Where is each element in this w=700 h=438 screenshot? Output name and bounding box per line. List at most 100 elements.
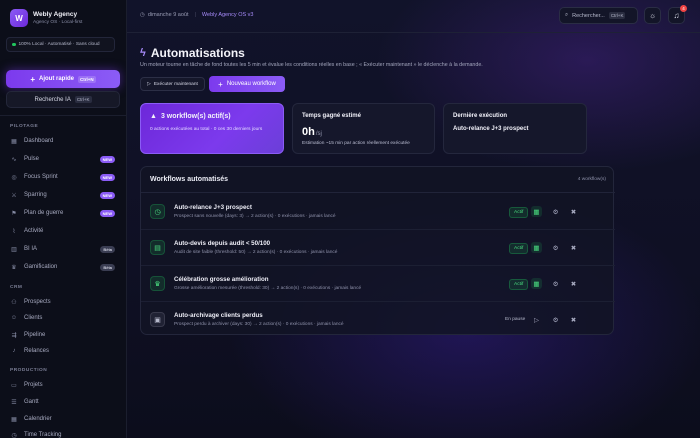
sidebar-item-label: Pulse xyxy=(24,156,40,162)
folder-icon: ▭ xyxy=(11,382,17,389)
sidebar-item-label: Relances xyxy=(24,348,50,354)
toggle-grid-icon[interactable]: ▦ xyxy=(531,242,542,253)
bell-icon: ♫ xyxy=(673,11,680,20)
section-title-pilotage: PILOTAGE xyxy=(10,124,39,129)
sidebar-item-time-tracking[interactable]: ◷ Time Tracking xyxy=(6,428,120,438)
gantt-icon: ☰ xyxy=(11,399,17,406)
sidebar-item-focus-sprint[interactable]: ◎ Focus Sprint NEW xyxy=(6,170,120,184)
active-workflows-title: ▲ 3 workflow(s) actif(s) xyxy=(150,113,231,120)
sidebar-item-label: BI IA xyxy=(24,246,38,252)
sidebar-item-pulse[interactable]: ∿ Pulse NEW xyxy=(6,152,120,166)
sidebar-item-projets[interactable]: ▭ Projets xyxy=(6,378,120,392)
gear-icon[interactable]: ⚙ xyxy=(550,278,561,289)
map-icon: ⚑ xyxy=(11,210,17,217)
workflows-panel-title: Workflows automatisés xyxy=(150,176,229,183)
search-button[interactable]: ⌕ Rechercher... Ctrl+K xyxy=(559,7,638,24)
time-saved-number: 0h xyxy=(302,126,315,138)
plus-icon: + xyxy=(218,79,223,89)
bolt-icon: ϟ xyxy=(140,47,146,59)
user-icon: ☺ xyxy=(10,315,18,321)
toggle-grid-icon[interactable]: ▦ xyxy=(531,206,542,217)
sidebar-item-bi-ia[interactable]: ▥ BI IA Bêta xyxy=(6,242,120,256)
play-icon: ▷ xyxy=(147,81,151,87)
sidebar-item-plan-de-guerre[interactable]: ⚑ Plan de guerre NEW xyxy=(6,206,120,220)
rocket-icon: ▲ xyxy=(150,113,157,120)
trophy-icon: ♛ xyxy=(150,276,165,291)
play-icon[interactable]: ▷ xyxy=(531,314,542,325)
workflow-description: Prospect perdu à archiver (days: 30) → 2… xyxy=(174,322,344,327)
trash-icon[interactable]: ✖ xyxy=(568,314,579,325)
trash-icon[interactable]: ✖ xyxy=(568,206,579,217)
sidebar-item-label: Projets xyxy=(24,382,43,388)
workflow-row[interactable]: ◷ Auto-relance J+3 prospect Prospect san… xyxy=(141,194,615,230)
quick-add-shortcut: Ctrl+N xyxy=(78,75,96,83)
theme-toggle-button[interactable]: ☼ xyxy=(644,7,661,24)
workflow-row[interactable]: ▣ Auto-archivage clients perdus Prospect… xyxy=(141,302,615,338)
sidebar-item-gamification[interactable]: ♛ Gamification Bêta xyxy=(6,260,120,274)
sidebar-item-label: Clients xyxy=(24,315,43,321)
target-icon: ◎ xyxy=(11,174,17,181)
page-title-text: Automatisations xyxy=(150,46,245,60)
sidebar-item-dashboard[interactable]: ▦ Dashboard xyxy=(6,134,120,148)
gear-icon[interactable]: ⚙ xyxy=(550,242,561,253)
sidebar-item-prospects[interactable]: ⚇ Prospects xyxy=(6,295,120,309)
workflow-description: Prospect sans nouvelle (days: 3) → 2 act… xyxy=(174,214,336,219)
trash-icon[interactable]: ✖ xyxy=(568,278,579,289)
sidebar-item-pipeline[interactable]: ⇶ Pipeline xyxy=(6,328,120,342)
brand-name: Webly Agency xyxy=(33,11,78,18)
time-saved-unit: /sj xyxy=(315,131,322,137)
sidebar-item-label: Activité xyxy=(24,228,44,234)
sidebar-item-gantt[interactable]: ☰ Gantt xyxy=(6,395,120,409)
trophy-icon: ♛ xyxy=(11,264,17,271)
ai-search-label: Recherche IA xyxy=(34,96,71,103)
gear-icon[interactable]: ⚙ xyxy=(550,206,561,217)
sidebar-item-sparring[interactable]: ⚔ Sparring NEW xyxy=(6,188,120,202)
last-run-value: Auto-relance J+3 prospect xyxy=(453,126,529,132)
quick-add-button[interactable]: + Ajout rapide Ctrl+N xyxy=(6,70,120,88)
new-workflow-button[interactable]: + Nouveau workflow xyxy=(209,76,285,92)
workflow-description: Grosse amélioration mesurée (threshold: … xyxy=(174,286,362,291)
workflow-row[interactable]: ♛ Célébration grosse amélioration Grosse… xyxy=(141,266,615,302)
sidebar-item-relances[interactable]: ♪ Relances xyxy=(6,344,120,358)
activity-icon: ⌇ xyxy=(12,228,16,235)
sidebar-item-label: Prospects xyxy=(24,299,51,305)
active-workflows-label: 3 workflow(s) actif(s) xyxy=(160,113,231,120)
app-version-crumb[interactable]: Webly Agency OS v3 xyxy=(202,12,254,18)
section-title-crm: CRM xyxy=(10,285,23,290)
sidebar-item-clients[interactable]: ☺ Clients xyxy=(6,311,120,325)
trash-icon[interactable]: ✖ xyxy=(568,242,579,253)
users-icon: ⚇ xyxy=(11,299,17,306)
date-display: ◷ dimanche 9 août | Webly Agency OS v3 xyxy=(140,12,253,18)
sidebar-item-label: Pipeline xyxy=(24,332,46,338)
local-status-label: 100% Local · Automatisé · Sans cloud xyxy=(18,42,100,47)
archive-icon: ▣ xyxy=(150,312,165,327)
toggle-grid-icon[interactable]: ▦ xyxy=(531,278,542,289)
last-run-card: Dernière exécution Auto-relance J+3 pros… xyxy=(443,103,587,154)
sidebar: W Webly Agency Agency OS · Local-first 1… xyxy=(0,0,127,438)
workflow-row[interactable]: ▤ Auto-devis depuis audit < 50/100 Audit… xyxy=(141,230,615,266)
brand[interactable]: W Webly Agency Agency OS · Local-first xyxy=(10,9,82,27)
search-label: Rechercher... xyxy=(572,12,605,19)
ai-search-button[interactable]: Recherche IA Ctrl+K xyxy=(6,91,120,108)
beta-badge: Bêta xyxy=(100,263,115,271)
time-saved-card: Temps gagné estimé 0h/sj Estimation ~15 … xyxy=(292,103,435,154)
active-workflows-stats: 0 actions exécutées au total · 0 ces 30 … xyxy=(150,127,263,132)
new-badge: NEW xyxy=(99,173,115,181)
workflows-panel-header: Workflows automatisés 4 workflow(s) xyxy=(141,167,615,193)
run-now-button[interactable]: ▷ Exécuter maintenant xyxy=(140,77,205,91)
sidebar-item-calendrier[interactable]: ▦ Calendrier xyxy=(6,412,120,426)
sidebar-item-activite[interactable]: ⌇ Activité xyxy=(6,224,120,238)
beta-badge: Bêta xyxy=(100,245,115,253)
search-icon: ⌕ xyxy=(565,12,569,18)
time-saved-value: 0h/sj xyxy=(302,126,322,138)
swords-icon: ⚔ xyxy=(11,192,17,199)
gear-icon[interactable]: ⚙ xyxy=(550,314,561,325)
notifications-button[interactable]: ♫ 4 xyxy=(668,5,687,24)
status-badge: En pause xyxy=(505,317,526,322)
run-now-label: Exécuter maintenant xyxy=(153,81,198,87)
sidebar-item-label: Plan de guerre xyxy=(24,210,64,216)
sidebar-item-label: Focus Sprint xyxy=(24,174,58,180)
sidebar-divider xyxy=(0,115,126,116)
grid-icon: ▦ xyxy=(11,138,17,145)
chart-icon: ▥ xyxy=(11,246,17,253)
